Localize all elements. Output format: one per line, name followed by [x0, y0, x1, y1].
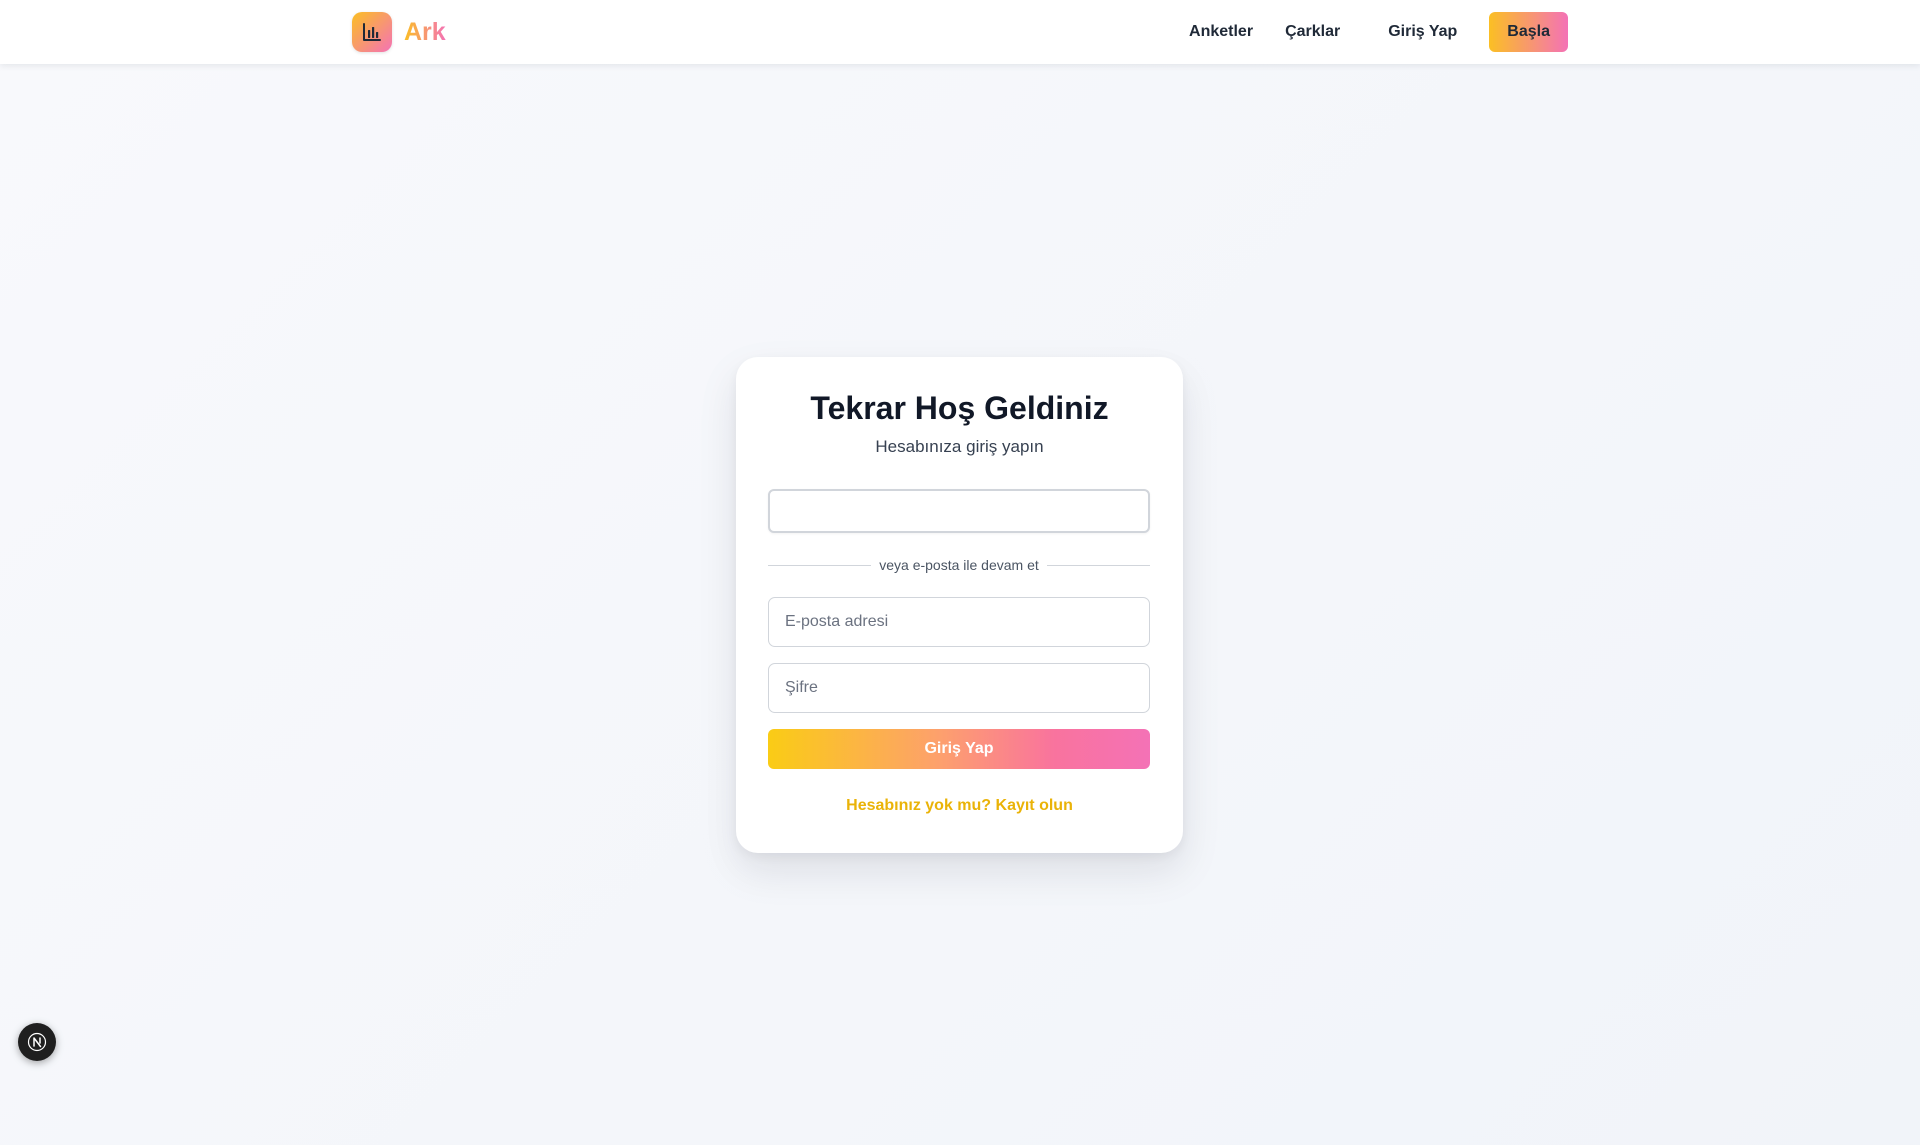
register-link[interactable]: Hesabınız yok mu? Kayıt olun — [768, 797, 1151, 815]
email-input[interactable] — [768, 597, 1150, 648]
divider-line-left — [768, 564, 872, 566]
nav-link-carklar[interactable]: Çarklar — [1285, 23, 1340, 41]
divider-text: veya e-posta ile devam et — [879, 557, 1039, 574]
login-subtitle: Hesabınıza giriş yapın — [875, 437, 1044, 457]
brand-logo-link[interactable]: Ark — [352, 12, 446, 52]
get-started-button[interactable]: Başla — [1489, 12, 1568, 52]
top-navbar: Ark Anketler Çarklar Giriş Yap Başla — [0, 0, 1920, 64]
login-submit-button[interactable]: Giriş Yap — [768, 729, 1150, 770]
login-card: Tekrar Hoş Geldiniz Hesabınıza giriş yap… — [736, 357, 1183, 853]
nav-link-anketler[interactable]: Anketler — [1189, 23, 1253, 41]
brand-name: Ark — [404, 17, 446, 46]
divider-line-right — [1046, 564, 1150, 566]
bar-chart-icon — [352, 12, 392, 52]
or-divider: veya e-posta ile devam et — [768, 557, 1150, 573]
password-input[interactable] — [768, 663, 1150, 714]
nav-link-login[interactable]: Giriş Yap — [1388, 23, 1457, 41]
login-title: Tekrar Hoş Geldiniz — [810, 390, 1109, 426]
social-login-button[interactable] — [768, 489, 1150, 534]
nextjs-icon[interactable] — [18, 1023, 56, 1061]
nav-links: Anketler Çarklar Giriş Yap Başla — [1189, 12, 1568, 52]
